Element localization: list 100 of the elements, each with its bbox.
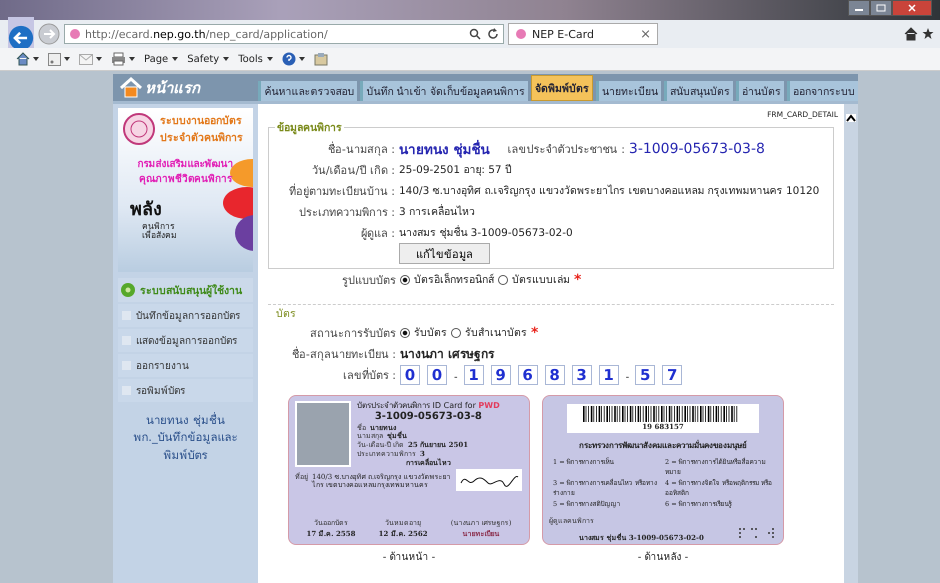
home-icon: [119, 76, 143, 98]
radio-button[interactable]: [400, 328, 410, 338]
close-icon: [907, 4, 917, 12]
nav-tab[interactable]: อ่านบัตร: [736, 81, 784, 101]
nav-tab[interactable]: บันทึก นำเข้า จัดเก็บข้อมูลคนพิการ: [360, 81, 528, 101]
radio-button[interactable]: [451, 328, 461, 338]
nav-tab[interactable]: สนับสนุนบัตร: [664, 81, 733, 101]
sidebar-item[interactable]: แสดงข้อมูลการออกบัตร: [118, 329, 253, 352]
radio-button[interactable]: [400, 274, 410, 284]
radio-button[interactable]: [498, 274, 508, 284]
required-mark: *: [531, 324, 538, 340]
card-number-digit: 0: [427, 364, 447, 384]
card-number-digit: 1: [464, 364, 484, 384]
field-label: สถานะการรับบัตร: [309, 326, 396, 342]
back-button[interactable]: [8, 17, 34, 51]
braille-drawing: [737, 526, 777, 540]
nav-tab[interactable]: จัดพิมพ์บัตร: [531, 75, 593, 101]
ministry-name: กระทรวงการพัฒนาสังคมและความมั่นคงของมนุษย์: [578, 439, 748, 452]
support-title: ระบบสนับสนุนผู้ใช้งาน: [140, 283, 242, 298]
radio-label[interactable]: บัตรแบบเล่ม: [512, 271, 570, 288]
banner-department: คุณภาพชีวิตคนพิการ: [139, 172, 232, 186]
nav-tab[interactable]: ออกจากระบบ: [787, 81, 858, 101]
person-name: นายทนง ชุ่มชื่น: [399, 138, 490, 160]
address-field[interactable]: http://ecard.nep.go.th/nep_card/application/: [64, 24, 504, 44]
command-menu[interactable]: Tools: [238, 54, 263, 64]
caret-icon[interactable]: [223, 57, 230, 61]
field-value: 3 การเคลื่อนไหว: [399, 203, 476, 220]
banner-title: ระบบงานออกบัตร: [160, 114, 243, 129]
photo-placeholder: [295, 401, 351, 467]
refresh-icon[interactable]: [487, 28, 499, 40]
signature-drawing: [456, 469, 522, 492]
banner-slogan: พลัง: [130, 198, 163, 222]
user-info: นายทนง ชุ่มชื่น: [146, 412, 225, 429]
field-label: ที่อยู่ตามทะเบียนบ้าน :: [288, 182, 395, 200]
minimize-button[interactable]: [848, 0, 870, 16]
scrollbar[interactable]: [844, 104, 858, 583]
field-value: 140/3 ซ.บางอุทิศ ถ.เจริญกรุง แขวงวัดพระยาไกร เขตบางคอแหลม กรุงเทพมหานคร 10120: [399, 184, 820, 199]
sidebar-item[interactable]: บันทึกข้อมูลการออกบัตร: [118, 304, 253, 327]
card-caption: - ด้านหน้า -: [382, 550, 436, 564]
browser-tab[interactable]: NEP E-Card ×: [508, 23, 658, 45]
sidebar-item[interactable]: รอพิมพ์บัตร: [118, 379, 253, 402]
site-icon: [515, 28, 527, 40]
field-label: เลขที่บัตร :: [342, 366, 396, 384]
radio-label[interactable]: รับบัตร: [414, 324, 447, 341]
radio-label[interactable]: รับสำเนาบัตร: [465, 324, 527, 341]
caret-icon[interactable]: [129, 57, 135, 61]
maximize-button[interactable]: [870, 0, 892, 16]
field-label: ชื่อ-นามสกุล :: [326, 140, 395, 158]
caret-icon[interactable]: [96, 57, 102, 61]
nav-tab[interactable]: นายทะเบียน: [596, 81, 661, 101]
field-label: เลขประจำตัวประชาชน :: [508, 142, 625, 158]
user-info: พก._บันทึกข้อมูลและ: [133, 429, 238, 446]
card-title: บัตรประจำตัวคนพิการ ID Card for PWD: [357, 401, 500, 411]
banner-title: ประจำตัวคนพิการ: [160, 131, 243, 146]
field-value: นางสมร ชุ่มชื่น 3-1009-05673-02-0: [399, 224, 573, 241]
field-label: ประเภทความพิการ :: [298, 204, 395, 220]
citizen-id: 3-1009-05673-03-8: [628, 140, 765, 156]
field-label: ชื่อ-สกุลนายทะเบียน :: [290, 346, 396, 362]
separator: -: [454, 372, 458, 383]
scroll-up-icon: [846, 114, 856, 122]
home-icon[interactable]: [16, 52, 30, 66]
forward-button[interactable]: [38, 23, 60, 45]
banner-department: กรมส่งเสริมและพัฒนา: [138, 158, 234, 171]
close-button[interactable]: [892, 0, 932, 16]
card-number-digit: 8: [544, 364, 565, 384]
registrar-name: นางนภา เศรษฐกร: [400, 346, 494, 363]
emblem-icon: [122, 112, 156, 146]
card-number-digit: 0: [400, 364, 420, 384]
star-icon[interactable]: [922, 27, 934, 41]
sidebar-item[interactable]: ออกรายงาน: [118, 354, 253, 377]
card-number-digit: 9: [490, 364, 511, 384]
caret-icon[interactable]: [33, 57, 39, 61]
card-caption: - ด้านหลัง -: [638, 550, 688, 564]
caret-icon[interactable]: [64, 57, 70, 61]
command-menu[interactable]: Safety: [187, 54, 220, 64]
edit-button[interactable]: แก้ไขข้อมูล: [399, 243, 490, 264]
caret-icon[interactable]: [172, 57, 178, 61]
help-icon[interactable]: [282, 52, 296, 66]
field-label: วัน/เดือน/ปี เกิด :: [310, 162, 395, 178]
caret-icon[interactable]: [266, 57, 273, 61]
card-number-digit: 1: [598, 364, 619, 384]
separator: -: [626, 372, 630, 383]
card-number-digit: 6: [518, 364, 538, 384]
radio-label[interactable]: บัตรอิเล็กทรอนิกส์: [414, 271, 494, 288]
close-tab-button[interactable]: ×: [640, 26, 651, 42]
caret-icon[interactable]: [298, 57, 305, 61]
command-menu[interactable]: Page: [144, 54, 168, 64]
field-value: 25-09-2501 อายุ: 57 ปี: [399, 163, 512, 178]
maximize-icon: [876, 4, 886, 12]
section-title: บัตร: [276, 308, 296, 320]
required-mark: *: [574, 272, 582, 288]
site-icon: [69, 28, 81, 40]
card-id: 3-1009-05673-03-8: [374, 411, 483, 424]
home-icon[interactable]: [904, 27, 918, 41]
user-info: พิมพ์บัตร: [164, 446, 208, 464]
nav-tab[interactable]: ค้นหาและตรวจสอบ: [258, 81, 358, 101]
field-label: รูปแบบบัตร: [341, 272, 396, 288]
card-number-digit: 5: [635, 364, 656, 384]
printer-icon[interactable]: [111, 52, 126, 66]
search-icon[interactable]: [469, 28, 481, 40]
